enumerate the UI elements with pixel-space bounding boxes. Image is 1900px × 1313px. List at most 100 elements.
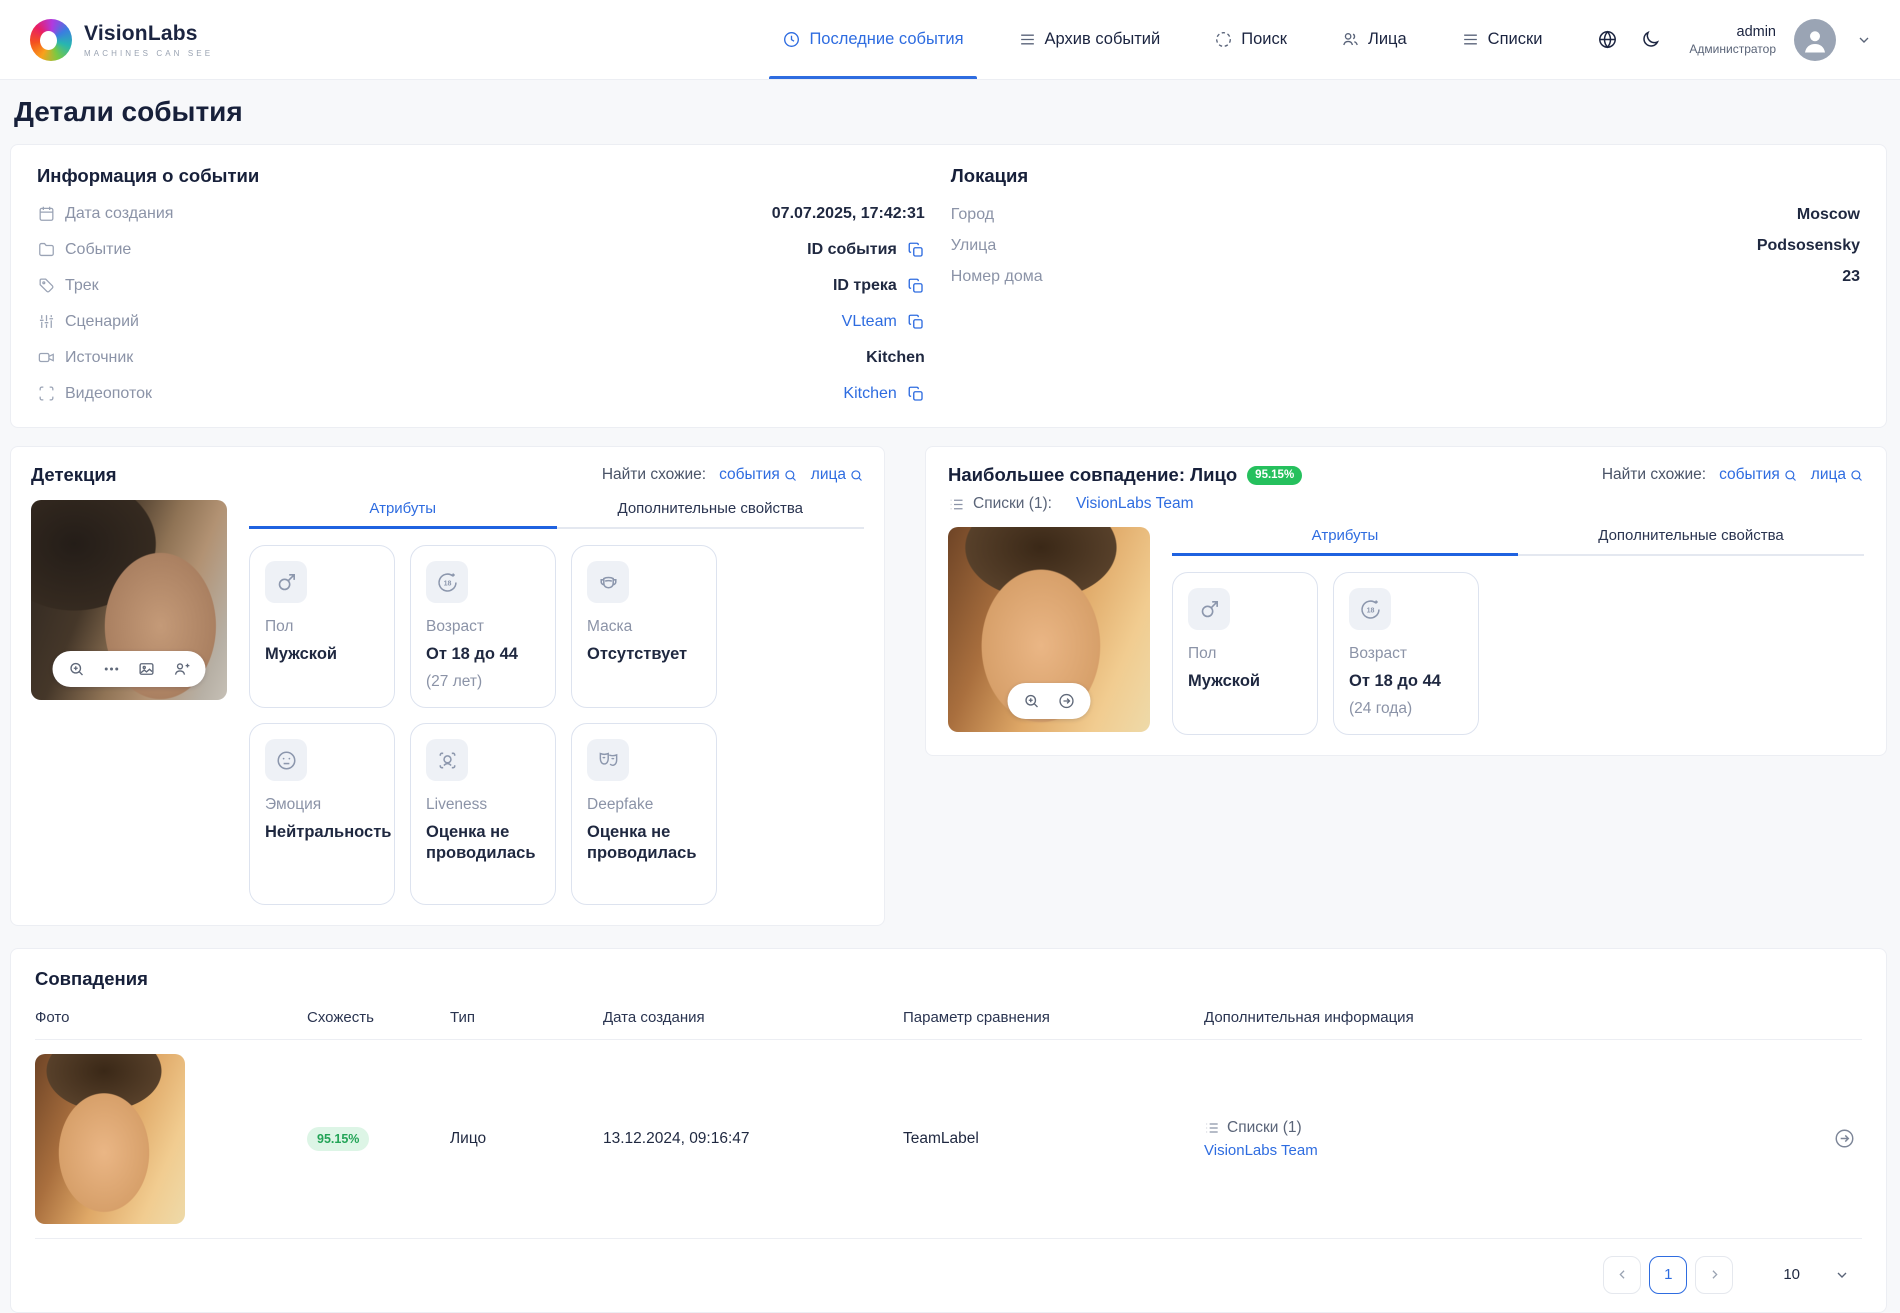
pagination: 1 10 [35, 1237, 1862, 1312]
detection-card: Детекция Найти схожие: события лица Атри… [10, 446, 885, 926]
chevron-right-icon [1712, 1270, 1718, 1280]
sliders-icon [39, 315, 54, 328]
event-info-card: Информация о событии Дата создания 07.07… [10, 144, 1887, 428]
event-details-page: Детали события Информация о событии Дата… [0, 80, 1900, 1313]
user-menu-chevron-button[interactable] [1854, 30, 1874, 50]
nav-faces[interactable]: Лица [1314, 0, 1434, 79]
lists-count-label: Списки (1): [973, 495, 1052, 512]
find-similar-faces-link[interactable]: лица [1811, 466, 1864, 484]
copy-event-id-button[interactable] [907, 241, 925, 259]
scan-frame-icon [39, 386, 54, 401]
extra-info-cell: Списки (1) VisionLabs Team [1204, 1119, 1792, 1159]
detection-tabs: Атрибуты Дополнительные свойства [249, 500, 864, 529]
copy-videostream-button[interactable] [907, 385, 925, 403]
attribute-card-gender: Пол Мужской [249, 545, 395, 708]
videostream-link[interactable]: Kitchen [843, 385, 896, 403]
find-similar-events-link[interactable]: события [1719, 466, 1798, 484]
event-info-column: Информация о событии Дата создания 07.07… [37, 165, 925, 403]
nav-search[interactable]: Поиск [1187, 0, 1314, 79]
search-icon [785, 469, 796, 481]
search-icon [1851, 469, 1862, 481]
attribute-card-deepfake: Deepfake Оценка не проводилась [571, 723, 717, 905]
photo-toolbar [52, 651, 206, 687]
tab-attributes[interactable]: Атрибуты [249, 500, 557, 529]
similarity-badge: 95.15% [307, 1126, 370, 1151]
page-size-dropdown-button[interactable] [1834, 1267, 1850, 1283]
tab-extra-properties[interactable]: Дополнительные свойства [556, 500, 864, 529]
zoom-in-button[interactable] [1023, 692, 1041, 710]
list-icon [950, 499, 963, 509]
nav-lists[interactable]: Списки [1434, 0, 1570, 79]
matches-card: Совпадения Фото Схожесть Тип Дата создан… [10, 947, 1887, 1313]
match-table-row[interactable]: 95.15% Лицо 13.12.2024, 09:16:47 TeamLab… [35, 1040, 1862, 1238]
scenario-link[interactable]: VLteam [842, 313, 897, 331]
info-label: Видеопоток [65, 384, 152, 402]
info-label: Событие [65, 240, 132, 258]
track-id-value: ID трека [832, 276, 897, 294]
attribute-card-gender: Пол Мужской [1172, 572, 1318, 735]
info-row-scenario: Сценарий VLteam [37, 312, 925, 331]
chevron-down-icon [1859, 37, 1869, 43]
find-similar-events-link[interactable]: события [719, 466, 798, 484]
topbar-right: admin Администратор [1595, 0, 1874, 79]
next-page-button[interactable] [1695, 1255, 1734, 1294]
zoom-in-icon [70, 662, 83, 676]
page-1-button[interactable]: 1 [1649, 1255, 1688, 1294]
go-to-face-button[interactable] [1058, 692, 1076, 710]
info-row-source: Источник Kitchen [37, 348, 925, 367]
person-add-icon [174, 663, 190, 675]
add-to-face-button[interactable] [173, 660, 191, 678]
location-column: Локация Город Moscow Улица Podsosensky Н… [925, 165, 1860, 403]
nav-latest-events[interactable]: Последние события [755, 0, 990, 79]
more-actions-button[interactable] [103, 660, 121, 678]
nav-label: Архив событий [1044, 30, 1161, 48]
emotion-icon [276, 750, 296, 770]
detection-title: Детекция [31, 464, 117, 485]
nav-label: Последние события [809, 30, 964, 48]
col-extra-info: Дополнительная информация [1204, 1008, 1414, 1026]
location-label: Город [950, 206, 995, 223]
find-similar-faces-link[interactable]: лица [811, 466, 864, 484]
match-tabs: Атрибуты Дополнительные свойства [1172, 527, 1864, 556]
user-name: admin [1736, 23, 1777, 40]
page-size-value: 10 [1783, 1266, 1800, 1284]
nav-event-archive[interactable]: Архив событий [991, 0, 1188, 79]
globe-icon [1599, 30, 1617, 49]
list-icon [1463, 34, 1477, 45]
dark-mode-button[interactable] [1638, 27, 1663, 52]
tab-attributes[interactable]: Атрибуты [1172, 527, 1518, 556]
info-label: Источник [65, 348, 134, 366]
prev-page-button[interactable] [1603, 1255, 1642, 1294]
visionlabs-team-link[interactable]: VisionLabs Team [1204, 1142, 1792, 1159]
main-nav: Последние события Архив событий Поиск Ли… [755, 0, 1569, 79]
col-compare-param: Параметр сравнения [903, 1008, 1050, 1026]
clock-icon [784, 32, 800, 47]
city-value: Moscow [1796, 206, 1860, 223]
folder-icon [39, 242, 54, 257]
copy-icon [908, 314, 923, 329]
col-created: Дата создания [603, 1008, 705, 1026]
copy-scenario-button[interactable] [907, 313, 925, 331]
nav-label: Лица [1367, 30, 1407, 48]
open-match-button[interactable] [1833, 1127, 1856, 1150]
match-row-photo[interactable] [35, 1053, 185, 1224]
zoom-in-button[interactable] [68, 660, 86, 678]
match-face-photo[interactable] [948, 527, 1150, 732]
language-globe-button[interactable] [1595, 27, 1620, 52]
detection-attributes-zone: Атрибуты Дополнительные свойства Пол Муж… [249, 500, 864, 905]
location-title: Локация [950, 165, 1029, 186]
chevron-down-icon [1837, 1272, 1847, 1278]
house-number-value: 23 [1842, 268, 1860, 285]
detection-face-photo[interactable] [31, 500, 227, 700]
copy-track-id-button[interactable] [907, 277, 925, 295]
avatar[interactable] [1794, 18, 1836, 61]
top-match-header: Наибольшее совпадение: Лицо 95.15% Списк… [948, 464, 1303, 513]
age-18-icon: 18 [437, 572, 457, 592]
tab-extra-properties[interactable]: Дополнительные свойства [1518, 527, 1864, 556]
full-frame-button[interactable] [138, 660, 156, 678]
visionlabs-team-link[interactable]: VisionLabs Team [1076, 495, 1193, 513]
search-icon [1785, 469, 1796, 481]
image-icon [139, 663, 154, 675]
ellipsis-icon [104, 667, 119, 671]
match-attributes-zone: Атрибуты Дополнительные свойства Пол Муж… [1172, 527, 1864, 735]
